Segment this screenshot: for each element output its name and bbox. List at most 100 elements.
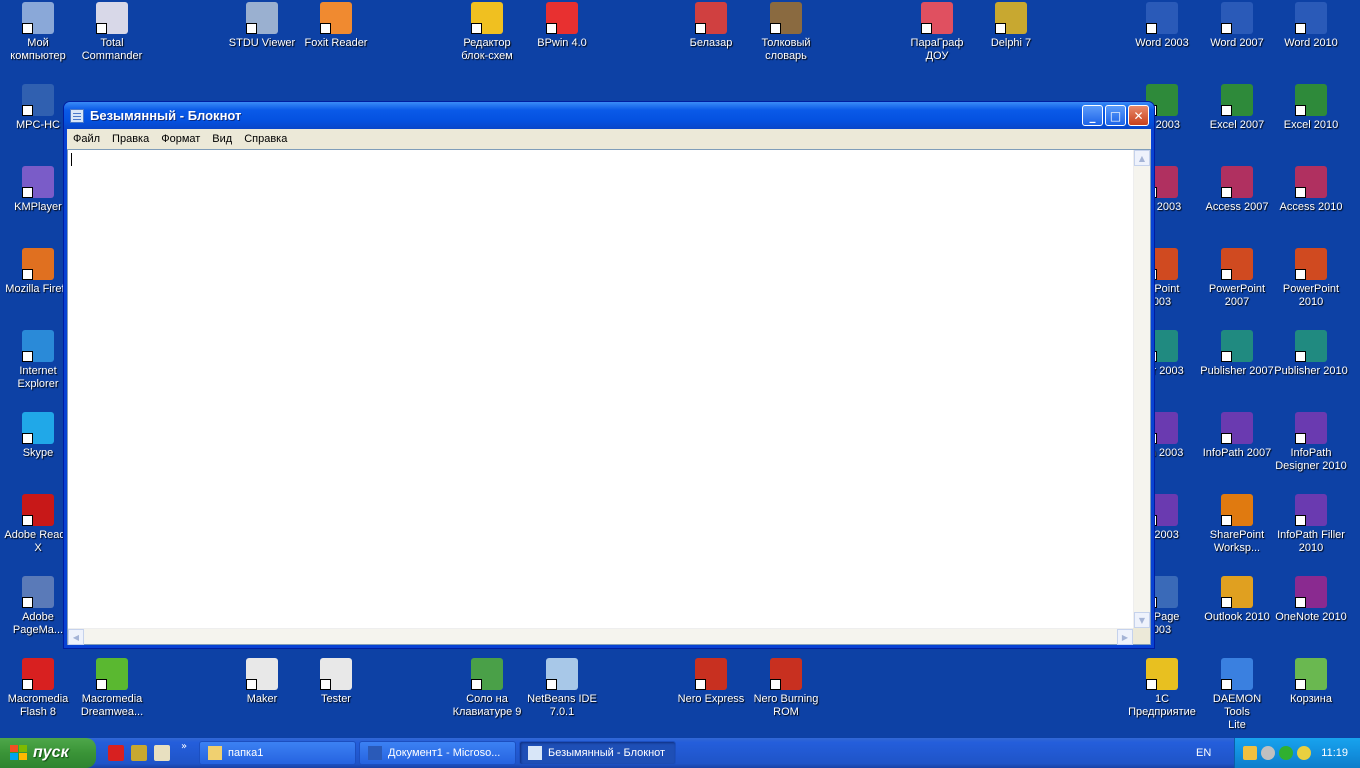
- editor-icon[interactable]: [154, 745, 170, 761]
- horizontal-scrollbar[interactable]: ◀ ▶: [68, 628, 1133, 645]
- desktop-icon[interactable]: Word 2003: [1124, 2, 1200, 50]
- minimize-button[interactable]: _: [1082, 105, 1103, 126]
- desktop-icon[interactable]: Мой компьютер: [0, 2, 76, 63]
- task-word-document[interactable]: Документ1 - Microso...: [359, 741, 516, 765]
- desktop-icon-label: Macromedia Flash 8: [7, 693, 69, 718]
- task-folder[interactable]: папка1: [199, 741, 356, 765]
- shortcut-icon: [22, 412, 54, 444]
- quicklaunch-more-icon[interactable]: »: [181, 741, 187, 752]
- desktop-icon[interactable]: Macromedia Flash 8: [0, 658, 76, 719]
- desktop-icon-label: InfoPath Designer 2010: [1275, 447, 1347, 472]
- desktop-icon[interactable]: STDU Viewer: [224, 2, 300, 50]
- task-notepad[interactable]: Безымянный - Блокнот: [519, 741, 676, 765]
- desktop-icon[interactable]: Publisher 2010: [1273, 330, 1349, 378]
- desktop-icon-label: Publisher 2010: [1274, 365, 1348, 377]
- desktop-icon[interactable]: NetBeans IDE 7.0.1: [524, 658, 600, 719]
- tray-speaker-icon[interactable]: [1261, 746, 1275, 760]
- desktop-icon[interactable]: Nero Express: [673, 658, 749, 706]
- desktop-icon[interactable]: OneNote 2010: [1273, 576, 1349, 624]
- opera-icon[interactable]: [108, 745, 124, 761]
- start-button[interactable]: пуск: [0, 738, 96, 768]
- desktop-icon[interactable]: Access 2007: [1199, 166, 1275, 214]
- delphi-icon[interactable]: [131, 745, 147, 761]
- scroll-up-icon[interactable]: ▲: [1134, 150, 1150, 166]
- scroll-left-icon[interactable]: ◀: [68, 629, 84, 645]
- desktop-icon[interactable]: Толковый словарь: [748, 2, 824, 63]
- desktop-icon-label: Outlook 2010: [1204, 611, 1270, 623]
- scroll-down-icon[interactable]: ▼: [1134, 612, 1150, 628]
- desktop-icon-label: Maker: [246, 693, 278, 705]
- desktop-icon[interactable]: Tester: [298, 658, 374, 706]
- desktop-icon[interactable]: Word 2010: [1273, 2, 1349, 50]
- task-label: Безымянный - Блокнот: [548, 747, 666, 759]
- desktop-icon-label: Access 2010: [1279, 201, 1343, 213]
- desktop-icon[interactable]: ПараГраф ДОУ: [899, 2, 975, 63]
- title-bar[interactable]: Безымянный - Блокнот _ □ ✕: [64, 102, 1154, 129]
- tray-star-icon[interactable]: [1297, 746, 1311, 760]
- desktop-icon-label: Delphi 7: [990, 37, 1032, 49]
- menu-format[interactable]: Формат: [155, 133, 206, 145]
- shortcut-icon: [246, 658, 278, 690]
- shortcut-icon: [96, 658, 128, 690]
- shortcut-icon: [695, 658, 727, 690]
- desktop-icon[interactable]: Macromedia Dreamwea...: [74, 658, 150, 719]
- shortcut-icon: [1295, 84, 1327, 116]
- desktop-icon-label: Word 2010: [1284, 37, 1338, 49]
- menu-file[interactable]: Файл: [67, 133, 106, 145]
- language-indicator[interactable]: EN: [1196, 747, 1211, 759]
- desktop-icon[interactable]: InfoPath 2007: [1199, 412, 1275, 460]
- desktop-icon[interactable]: Белазар: [673, 2, 749, 50]
- desktop-icon[interactable]: InfoPath Designer 2010: [1273, 412, 1349, 473]
- desktop-icon[interactable]: Корзина: [1273, 658, 1349, 706]
- desktop-icon-label: Word 2007: [1210, 37, 1264, 49]
- desktop-icon[interactable]: Maker: [224, 658, 300, 706]
- shortcut-icon: [1221, 248, 1253, 280]
- desktop-icon-label: DAEMON Tools Lite: [1212, 693, 1262, 731]
- desktop-icon-label: PowerPoint 2010: [1282, 283, 1340, 308]
- desktop-icon-label: Total Commander: [81, 37, 143, 62]
- maximize-button[interactable]: □: [1105, 105, 1126, 126]
- notepad-icon: [528, 746, 542, 760]
- menu-edit[interactable]: Правка: [106, 133, 155, 145]
- vertical-scrollbar[interactable]: ▲ ▼: [1133, 150, 1150, 628]
- desktop-icon-label: Foxit Reader: [304, 37, 368, 49]
- shortcut-icon: [1221, 2, 1253, 34]
- desktop-icon[interactable]: Outlook 2010: [1199, 576, 1275, 624]
- shortcut-icon: [471, 2, 503, 34]
- desktop-icon[interactable]: InfoPath Filler 2010: [1273, 494, 1349, 555]
- desktop-icon[interactable]: BPwin 4.0: [524, 2, 600, 50]
- desktop-icon[interactable]: PowerPoint 2007: [1199, 248, 1275, 309]
- scroll-right-icon[interactable]: ▶: [1117, 629, 1133, 645]
- desktop-icon[interactable]: Соло на Клавиатуре 9: [449, 658, 525, 719]
- tray-update-icon[interactable]: [1279, 746, 1293, 760]
- menu-help[interactable]: Справка: [238, 133, 293, 145]
- desktop-icon[interactable]: PowerPoint 2010: [1273, 248, 1349, 309]
- desktop-icon-label: 1С Предприятие: [1128, 693, 1196, 718]
- text-edit-area[interactable]: ▲ ▼ ◀ ▶: [67, 149, 1151, 645]
- desktop-icon[interactable]: SharePoint Worksp...: [1199, 494, 1275, 555]
- menu-view[interactable]: Вид: [206, 133, 238, 145]
- folder-icon: [208, 746, 222, 760]
- desktop-icon[interactable]: DAEMON Tools Lite: [1199, 658, 1275, 732]
- shortcut-icon: [471, 658, 503, 690]
- shortcut-icon: [22, 576, 54, 608]
- desktop-icon[interactable]: Access 2010: [1273, 166, 1349, 214]
- tray-folder-icon[interactable]: [1243, 746, 1257, 760]
- shortcut-icon: [1295, 2, 1327, 34]
- shortcut-icon: [22, 494, 54, 526]
- desktop-icon[interactable]: Excel 2007: [1199, 84, 1275, 132]
- shortcut-icon: [1146, 658, 1178, 690]
- shortcut-icon: [1221, 166, 1253, 198]
- desktop-icon[interactable]: Word 2007: [1199, 2, 1275, 50]
- desktop-icon[interactable]: Publisher 2007: [1199, 330, 1275, 378]
- desktop-icon[interactable]: Nero Burning ROM: [748, 658, 824, 719]
- desktop-icon[interactable]: Foxit Reader: [298, 2, 374, 50]
- desktop-icon[interactable]: 1С Предприятие: [1124, 658, 1200, 719]
- size-grip[interactable]: [1133, 628, 1150, 644]
- notepad-window[interactable]: Безымянный - Блокнот _ □ ✕ Файл Правка Ф…: [63, 101, 1155, 649]
- desktop-icon[interactable]: Delphi 7: [973, 2, 1049, 50]
- desktop-icon[interactable]: Total Commander: [74, 2, 150, 63]
- close-button[interactable]: ✕: [1128, 105, 1149, 126]
- desktop-icon[interactable]: Редактор блок-схем: [449, 2, 525, 63]
- desktop-icon[interactable]: Excel 2010: [1273, 84, 1349, 132]
